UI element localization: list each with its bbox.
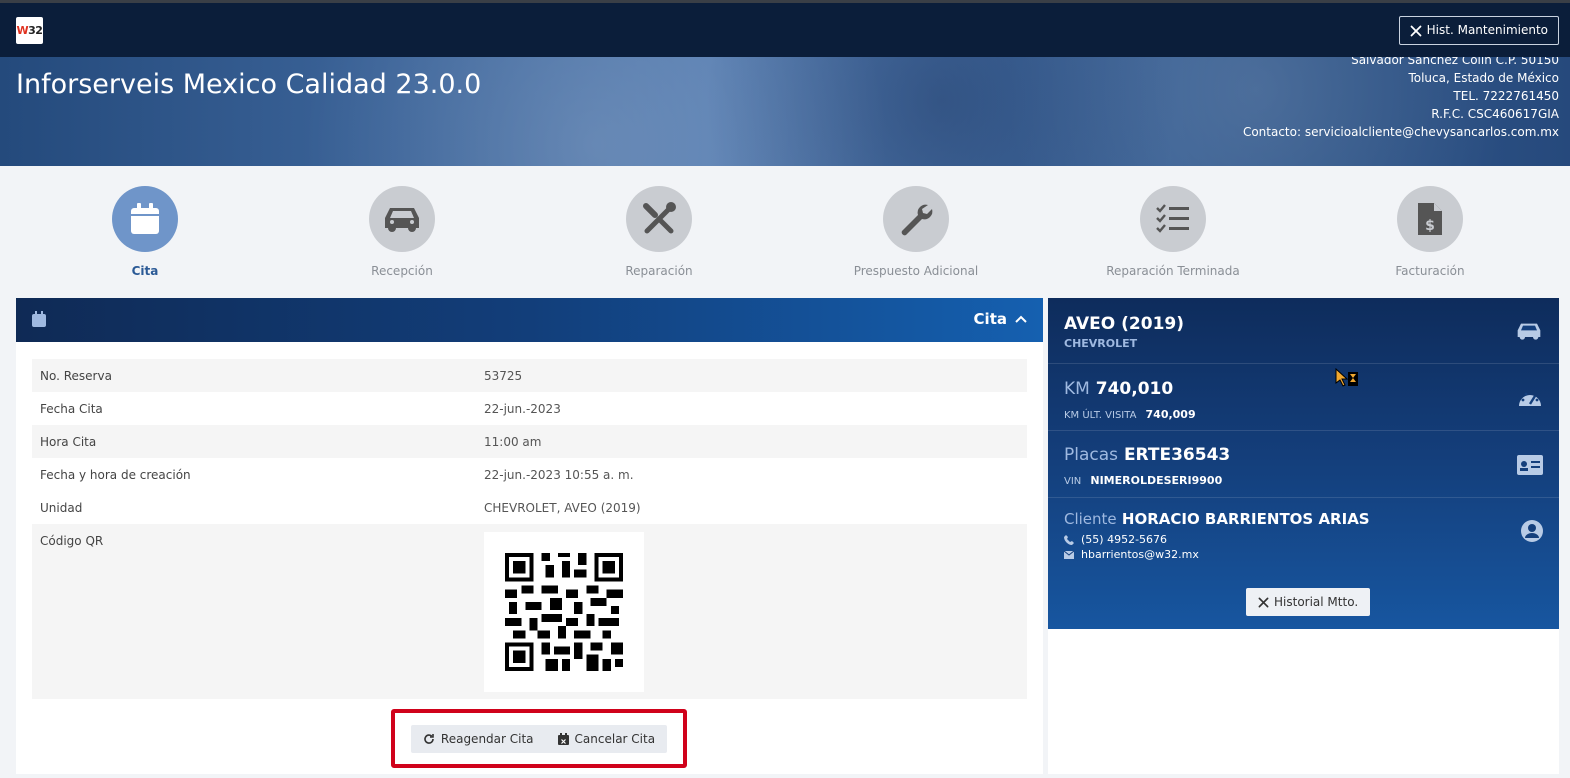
step-presupuesto-adicional[interactable]: Prespuesto Adicional [816,186,1016,278]
page-title: Inforserveis Mexico Calidad 23.0.0 [16,69,482,100]
row-value: 11:00 am [484,434,542,449]
calendar-icon [131,203,159,234]
row-key: Fecha y hora de creación [40,467,191,482]
row-key: Fecha Cita [40,401,103,416]
client-section: Cliente HORACIO BARRIENTOS ARIAS (55) 49… [1048,498,1559,578]
vin-label: VIN [1064,476,1082,487]
historial-mtto-button[interactable]: Historial Mtto. [1246,588,1371,616]
phone-icon [1064,534,1074,545]
client-label: Cliente [1064,510,1117,528]
vehicle-plates-section: Placas ERTE36543 VIN NIMEROLDESERI9900 [1048,431,1559,498]
hist-mantenimiento-button[interactable]: Hist. Mantenimiento [1398,16,1559,45]
vin-value: NIMEROLDESERI9900 [1090,474,1223,487]
km-value: 740,010 [1095,379,1174,399]
step-label: Reparación [625,264,693,278]
company-info: Salvador Sánchez Colín C.P. 50150 Toluca… [1243,57,1559,141]
table-row: Fecha Cita 22-jun.-2023 [32,392,1027,425]
cita-action-buttons: Reagendar Cita Cancelar Cita [410,724,668,753]
tools-icon [1410,25,1422,36]
step-reparacion-terminada[interactable]: Reparación Terminada [1073,186,1273,278]
step-facturacion[interactable]: $ Facturación [1330,186,1530,278]
row-key: Hora Cita [40,434,97,449]
cita-actions-highlight: Reagendar Cita Cancelar Cita [391,709,687,768]
chevron-up-icon[interactable] [1015,315,1027,323]
reagendar-cita-button[interactable]: Reagendar Cita [411,725,546,753]
car-icon [385,208,419,232]
km-last-visit-label: KM ÚLT. VISITA [1064,410,1137,421]
redo-icon [424,733,434,744]
company-city: Toluca, Estado de México [1408,71,1559,85]
wrench-icon [901,204,933,236]
tools-icon [1258,597,1269,607]
cancelar-cita-button[interactable]: Cancelar Cita [546,725,668,753]
header-banner: Inforserveis Mexico Calidad 23.0.0 Salva… [0,57,1570,166]
company-address: Salvador Sánchez Colín C.P. 50150 [1351,57,1559,67]
step-label: Recepción [371,264,433,278]
cita-panel-title: Cita [973,310,1007,328]
step-cita[interactable]: Cita [45,186,245,278]
row-key: No. Reserva [40,368,112,383]
qr-code [484,532,644,692]
process-steps: Cita Recepción Reparación Prespuesto Adi… [16,186,1559,278]
row-value: CHEVROLET, AVEO (2019) [484,500,641,515]
w32-logo[interactable]: W32 [16,17,43,44]
envelope-icon [1064,550,1074,559]
company-contact: Contacto: servicioalcliente@chevysancarl… [1242,125,1559,139]
step-label: Cita [131,264,159,278]
calendar-times-icon [557,732,569,745]
cita-panel-header[interactable]: Cita [16,298,1043,342]
cita-panel: Cita No. Reserva 53725 Fecha Cita 22-jun… [16,298,1043,774]
step-label: Reparación Terminada [1106,264,1240,278]
table-row: Unidad CHEVROLET, AVEO (2019) [32,491,1027,524]
table-row: No. Reserva 53725 [32,359,1027,392]
plates-label: Placas [1064,445,1119,465]
step-recepcion[interactable]: Recepción [302,186,502,278]
row-value: 22-jun.-2023 10:55 a. m. [484,467,634,482]
id-card-icon [1517,455,1543,475]
client-phone[interactable]: (55) 4952-5676 [1081,533,1167,546]
company-rfc: R.F.C. CSC460617GIA [1431,107,1559,121]
km-last-visit-value: 740,009 [1145,408,1196,421]
top-navbar: W32 Hist. Mantenimiento [0,0,1570,57]
table-row: Hora Cita 11:00 am [32,425,1027,458]
step-reparacion[interactable]: Reparación [559,186,759,278]
vehicle-brand: CHEVROLET [1064,337,1138,350]
svg-text:$: $ [1425,218,1435,234]
client-name: HORACIO BARRIENTOS ARIAS [1121,510,1370,528]
row-value: 53725 [484,368,523,383]
vehicle-panel-empty-area [1048,629,1559,774]
company-phone: TEL. 7222761450 [1453,89,1559,103]
row-key: Unidad [40,500,83,515]
calendar-icon [32,311,46,327]
row-key: Código QR [40,534,104,548]
row-value: 22-jun.-2023 [484,401,561,416]
table-row: Fecha y hora de creación 22-jun.-2023 10… [32,458,1027,491]
km-label: KM [1064,379,1090,399]
cita-details-table: No. Reserva 53725 Fecha Cita 22-jun.-202… [32,359,1027,699]
checklist-icon [1156,204,1189,233]
car-icon [1517,323,1541,340]
plates-value: ERTE36543 [1123,445,1231,465]
step-label: Prespuesto Adicional [853,264,979,278]
client-email[interactable]: hbarrientos@w32.mx [1081,548,1199,561]
qr-code-image [505,553,623,671]
mouse-cursor-icon [1335,368,1358,387]
invoice-icon: $ [1418,203,1442,235]
tools-icon [643,202,676,234]
speedometer-icon [1519,392,1541,406]
vehicle-model: AVEO (2019) [1064,314,1184,334]
qr-row: Código QR [32,524,1027,699]
user-circle-icon [1521,520,1543,542]
vehicle-model-section: AVEO (2019) CHEVROLET [1048,298,1559,364]
vehicle-km-section: KM 740,010 KM ÚLT. VISITA 740,009 [1048,364,1559,431]
vehicle-info-panel: AVEO (2019) CHEVROLET KM 740,010 KM ÚLT.… [1048,298,1559,629]
step-label: Facturación [1395,264,1465,278]
